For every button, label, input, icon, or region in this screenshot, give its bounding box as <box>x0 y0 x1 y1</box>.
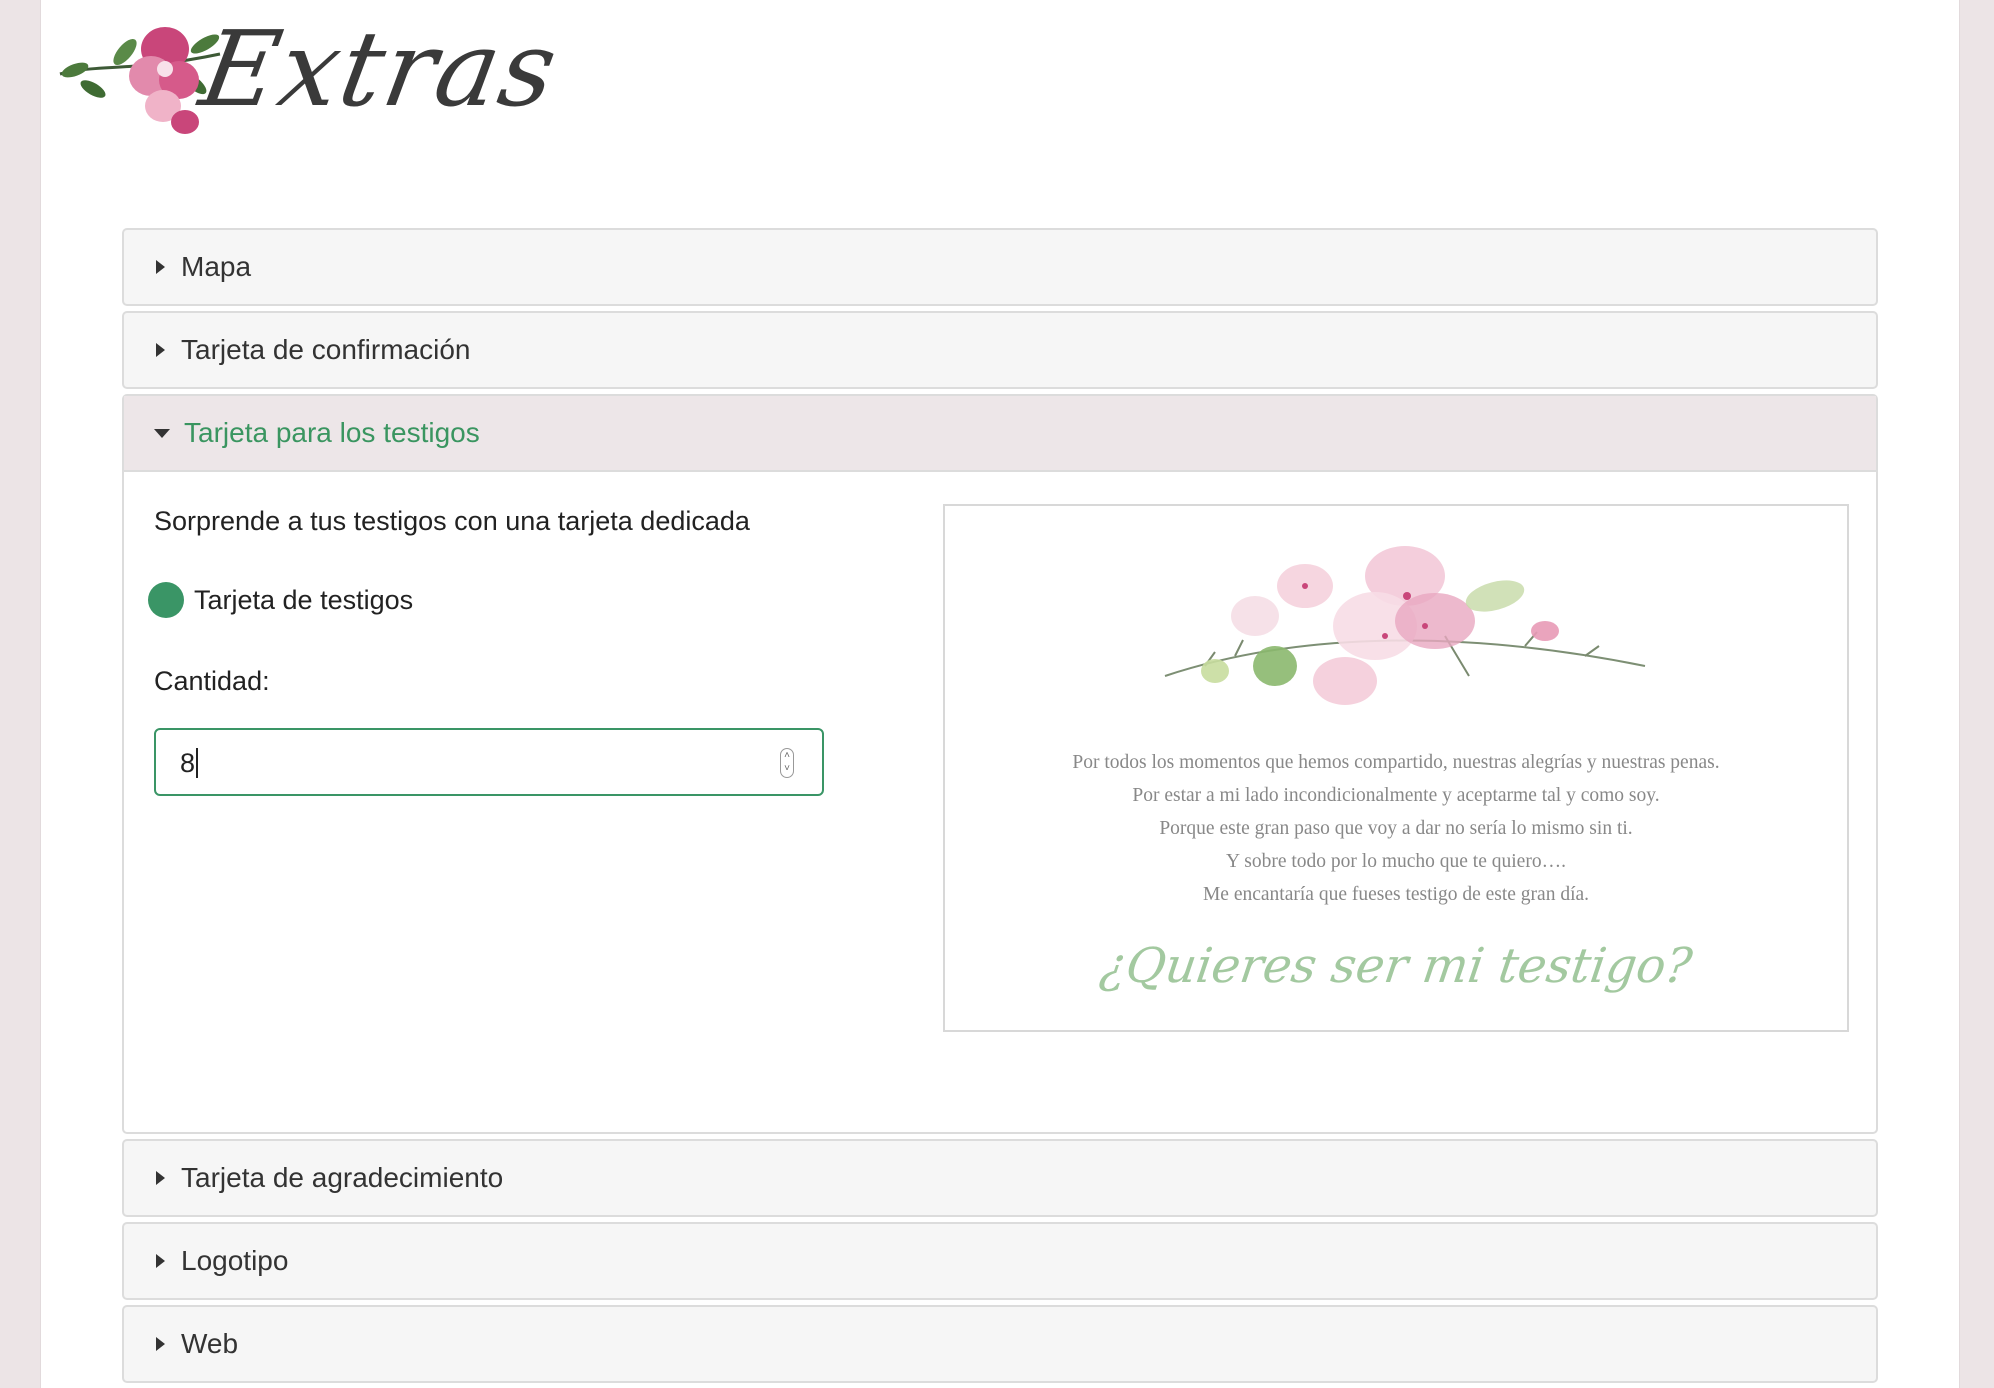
logo: Extras <box>55 8 575 154</box>
poem-line: Por todos los momentos que hemos compart… <box>1072 752 1720 773</box>
panel-title: Mapa <box>181 251 252 282</box>
quantity-stepper[interactable]: ˄ ˅ <box>780 748 794 778</box>
caret-right-icon <box>156 1337 165 1351</box>
floral-illustration <box>1164 546 1646 705</box>
quantity-label: Cantidad: <box>154 666 270 696</box>
panel-logotipo: Logotipo <box>122 1222 1878 1300</box>
panel-web: Web <box>122 1305 1878 1383</box>
panel-header-web[interactable]: Web <box>124 1307 1876 1381</box>
testigos-intro: Sorprende a tus testigos con una tarjeta… <box>154 506 750 536</box>
panel-title: Logotipo <box>181 1245 289 1276</box>
card-question: ¿Quieres ser mi testigo? <box>1096 938 1696 994</box>
poem-line: Por estar a mi lado incondicionalmente y… <box>1132 785 1660 806</box>
panel-tarjeta-testigos: Tarjeta para los testigos Sorprende a tu… <box>122 394 1878 1134</box>
option-label: Tarjeta de testigos <box>194 584 414 615</box>
poem-line: Porque este gran paso que voy a dar no s… <box>1159 818 1633 839</box>
panel-title: Web <box>181 1328 239 1359</box>
panel-header-mapa[interactable]: Mapa <box>124 230 1876 304</box>
caret-right-icon <box>156 343 165 357</box>
poem-line: Y sobre todo por lo mucho que te quiero…… <box>1226 851 1566 872</box>
page-container: Extras Mapa Tarjeta de confirmación Tarj… <box>40 0 1960 1388</box>
selected-radio-icon[interactable] <box>148 582 184 618</box>
panel-title: Tarjeta de agradecimiento <box>181 1162 504 1193</box>
panel-header-tarjeta-confirmacion[interactable]: Tarjeta de confirmación <box>124 313 1876 387</box>
quantity-input[interactable]: 8 ˄ ˅ <box>154 728 824 796</box>
panel-mapa: Mapa <box>122 228 1878 306</box>
panel-header-logotipo[interactable]: Logotipo <box>124 1224 1876 1298</box>
testigos-card-preview: Por todos los momentos que hemos compart… <box>943 504 1849 1032</box>
quantity-value: 8 <box>180 748 199 779</box>
logo-wordmark: Extras <box>192 8 568 130</box>
panel-header-tarjeta-testigos[interactable]: Tarjeta para los testigos <box>124 396 1876 472</box>
testigos-option[interactable]: Tarjeta de testigos <box>148 582 413 618</box>
caret-right-icon <box>156 260 165 274</box>
panel-header-tarjeta-agradecimiento[interactable]: Tarjeta de agradecimiento <box>124 1141 1876 1215</box>
card-poem: Por todos los momentos que hemos compart… <box>945 746 1847 911</box>
panel-tarjeta-confirmacion: Tarjeta de confirmación <box>122 311 1878 389</box>
poem-line: Me encantaría que fueses testigo de este… <box>1202 884 1590 905</box>
caret-right-icon <box>156 1171 165 1185</box>
caret-right-icon <box>156 1254 165 1268</box>
panel-title: Tarjeta de confirmación <box>181 334 471 365</box>
panel-title: Tarjeta para los testigos <box>184 417 480 448</box>
panel-tarjeta-agradecimiento: Tarjeta de agradecimiento <box>122 1139 1878 1217</box>
caret-down-icon <box>154 428 170 438</box>
